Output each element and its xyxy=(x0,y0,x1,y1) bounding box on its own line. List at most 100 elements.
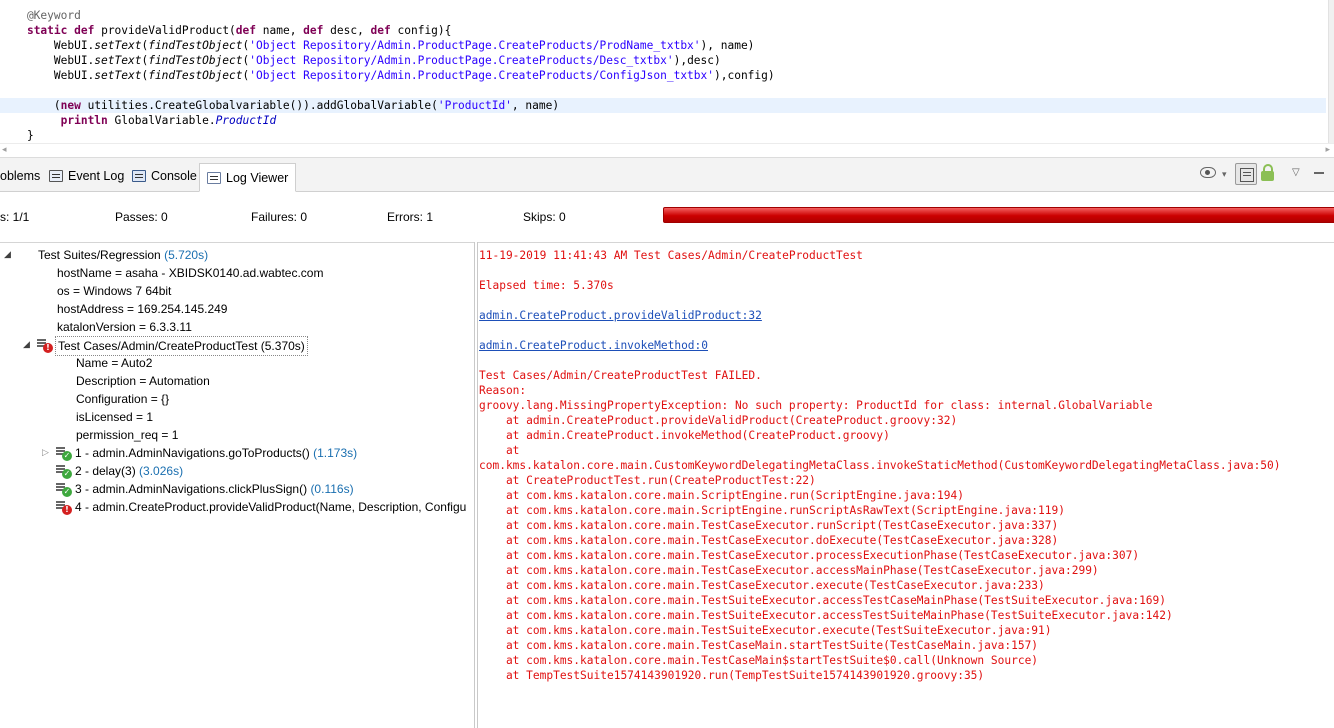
console-icon xyxy=(132,170,146,182)
stack-trace-line: at CreateProductTest.run(CreateProductTe… xyxy=(479,474,816,487)
code-line[interactable]: println GlobalVariable.ProductId xyxy=(0,113,1326,128)
tree-node-step[interactable]: ! 4 - admin.CreateProduct.provideValidPr… xyxy=(0,498,470,516)
editor-vertical-scrollbar[interactable] xyxy=(1328,0,1334,145)
property-text: katalonVersion = 6.3.3.11 xyxy=(57,320,192,334)
code-line[interactable]: static def provideValidProduct(def name,… xyxy=(0,23,1326,38)
tab-console[interactable]: Console xyxy=(125,164,204,188)
code-statement: println GlobalVariable.ProductId xyxy=(60,114,277,127)
tree-node-step[interactable]: ✓ 3 - admin.AdminNavigations.clickPlusSi… xyxy=(0,480,475,498)
errors-count: Errors: 1 xyxy=(387,210,434,224)
code-method-signature: static def provideValidProduct(def name,… xyxy=(26,24,452,37)
stack-trace-line: at admin.CreateProduct.invokeMethod(Crea… xyxy=(479,429,890,442)
tree-node-property[interactable]: Name = Auto2 xyxy=(76,354,152,372)
passed-status-icon: ✓ xyxy=(56,446,72,461)
test-result-tree[interactable]: ◢ Test Suites/Regression (5.720s) hostNa… xyxy=(0,242,475,728)
stack-trace-line: at com.kms.katalon.core.main.ScriptEngin… xyxy=(479,504,1065,517)
property-text: Configuration = {} xyxy=(76,392,170,406)
run-summary-bar: s: 1/1 Passes: 0 Failures: 0 Errors: 1 S… xyxy=(0,192,1334,242)
log-detail-pane[interactable]: 11-19-2019 11:41:43 AM Test Cases/Admin/… xyxy=(478,242,1334,728)
tree-node-property[interactable]: hostName = asaha - XBIDSK0140.ad.wabtec.… xyxy=(57,264,323,282)
tree-node-property[interactable]: Configuration = {} xyxy=(76,390,169,408)
property-text: permission_req = 1 xyxy=(76,428,179,442)
code-line[interactable]: WebUI.setText(findTestObject('Object Rep… xyxy=(0,38,1326,53)
runs-count: s: 1/1 xyxy=(0,210,30,224)
tab-label: oblems xyxy=(0,169,41,183)
tab-label: Console xyxy=(151,169,197,183)
expand-toggle-icon[interactable]: ▷ xyxy=(42,444,49,462)
code-statement: WebUI.setText(findTestObject('Object Rep… xyxy=(0,69,775,82)
progress-bar xyxy=(663,207,1334,223)
stack-trace-line: at com.kms.katalon.core.main.TestCaseExe… xyxy=(479,534,1059,547)
code-line[interactable]: WebUI.setText(findTestObject('Object Rep… xyxy=(0,68,1326,83)
minimize-icon[interactable] xyxy=(1314,172,1324,174)
tree-node-property[interactable]: katalonVersion = 6.3.3.11 xyxy=(57,318,192,336)
stack-trace-line: Reason: xyxy=(479,384,527,397)
stack-trace-line: at com.kms.katalon.core.main.TestCaseMai… xyxy=(479,639,1039,652)
code-line[interactable] xyxy=(0,83,1326,98)
tab-event-log[interactable]: Event Log xyxy=(42,164,131,188)
tab-log-viewer[interactable]: Log Viewer xyxy=(199,163,297,192)
event-log-icon xyxy=(49,170,63,182)
property-text: os = Windows 7 64bit xyxy=(57,284,172,298)
code-closing-brace: } xyxy=(0,129,34,142)
stack-trace-line: at com.kms.katalon.core.main.TestSuiteEx… xyxy=(479,594,1167,607)
stack-trace-line: at com.kms.katalon.core.main.TestCaseExe… xyxy=(479,549,1140,562)
scroll-right-arrow-icon[interactable]: ▸ xyxy=(1325,145,1330,155)
expand-toggle-icon[interactable]: ◢ xyxy=(4,246,11,264)
passed-status-icon: ✓ xyxy=(56,464,72,479)
stack-trace-line: groovy.lang.MissingPropertyException: No… xyxy=(479,399,1153,412)
code-line-current[interactable]: (new utilities.CreateGlobalvariable()).a… xyxy=(0,98,1326,113)
testcase-label: Test Cases/Admin/CreateProductTest (5.37… xyxy=(55,336,308,356)
view-menu-icon[interactable]: ▽ xyxy=(1292,167,1300,187)
tree-node-step[interactable]: ▷ ✓ 1 - admin.AdminNavigations.goToProdu… xyxy=(0,444,475,462)
failures-count: Failures: 0 xyxy=(251,210,308,224)
code-line[interactable]: WebUI.setText(findTestObject('Object Rep… xyxy=(0,53,1326,68)
stack-trace-line: at xyxy=(479,444,520,457)
code-line[interactable]: @Keyword xyxy=(0,8,1326,23)
tree-node-property[interactable]: hostAddress = 169.254.145.249 xyxy=(57,300,227,318)
code-statement: WebUI.setText(findTestObject('Object Rep… xyxy=(0,39,755,52)
tree-node-step[interactable]: ✓ 2 - delay(3) (3.026s) xyxy=(0,462,475,480)
stack-trace-line: at com.kms.katalon.core.main.TestCaseMai… xyxy=(479,654,1039,667)
stack-trace-line: at com.kms.katalon.core.main.TestSuiteEx… xyxy=(479,624,1052,637)
step-label: 3 - admin.AdminNavigations.clickPlusSign… xyxy=(75,482,354,496)
view-tab-bar: oblems Event Log Console Log Viewer ▾ ▽ xyxy=(0,157,1334,192)
stack-trace-line: at com.kms.katalon.core.main.TestCaseExe… xyxy=(479,579,1045,592)
tab-label: Event Log xyxy=(68,169,125,183)
duration: (5.370s) xyxy=(260,339,305,353)
code-line[interactable]: } xyxy=(0,128,1326,143)
stack-trace-line: at TempTestSuite1574143901920.run(TempTe… xyxy=(479,669,985,682)
duration: (0.116s) xyxy=(310,482,354,496)
tree-node-property[interactable]: isLicensed = 1 xyxy=(76,408,153,426)
log-source-link[interactable]: admin.CreateProduct.provideValidProduct:… xyxy=(479,308,762,323)
duration: (5.720s) xyxy=(164,248,209,262)
tree-node-property[interactable]: permission_req = 1 xyxy=(76,426,178,444)
stack-trace-line: at admin.CreateProduct.provideValidProdu… xyxy=(479,414,958,427)
eye-icon[interactable] xyxy=(1200,167,1216,178)
scroll-left-arrow-icon[interactable]: ◂ xyxy=(2,145,7,155)
layout-toggle-button[interactable] xyxy=(1235,163,1257,185)
stack-trace-line: Test Cases/Admin/CreateProductTest FAILE… xyxy=(479,369,762,382)
tree-node-property[interactable]: Description = Automation xyxy=(76,372,210,390)
expand-toggle-icon[interactable]: ◢ xyxy=(23,336,30,354)
duration: (1.173s) xyxy=(313,446,358,460)
log-viewer-icon xyxy=(207,171,221,184)
code-editor[interactable]: @Keyword static def provideValidProduct(… xyxy=(0,0,1334,145)
tree-node-testcase[interactable]: ◢ ! Test Cases/Admin/CreateProductTest (… xyxy=(0,336,320,356)
log-elapsed-time: Elapsed time: 5.370s xyxy=(479,279,614,292)
duration: (3.026s) xyxy=(139,464,184,478)
stack-trace-line: at com.kms.katalon.core.main.TestCaseExe… xyxy=(479,564,1099,577)
stack-trace-line: at com.kms.katalon.core.main.ScriptEngin… xyxy=(479,489,964,502)
lock-icon[interactable] xyxy=(1261,164,1274,181)
stack-trace-line: com.kms.katalon.core.main.CustomKeywordD… xyxy=(479,459,1281,472)
tab-problems[interactable]: oblems xyxy=(0,164,47,188)
tree-node-property[interactable]: os = Windows 7 64bit xyxy=(57,282,171,300)
chevron-down-icon[interactable]: ▾ xyxy=(1222,170,1227,190)
skips-count: Skips: 0 xyxy=(523,210,566,224)
passed-status-icon: ✓ xyxy=(56,482,72,497)
log-source-link[interactable]: admin.CreateProduct.invokeMethod:0 xyxy=(479,338,708,353)
error-status-icon: ! xyxy=(56,500,72,515)
error-status-icon: ! xyxy=(37,338,53,353)
step-label: 1 - admin.AdminNavigations.goToProducts(… xyxy=(75,446,358,460)
editor-horizontal-scrollbar[interactable]: ◂ ▸ xyxy=(0,143,1334,157)
